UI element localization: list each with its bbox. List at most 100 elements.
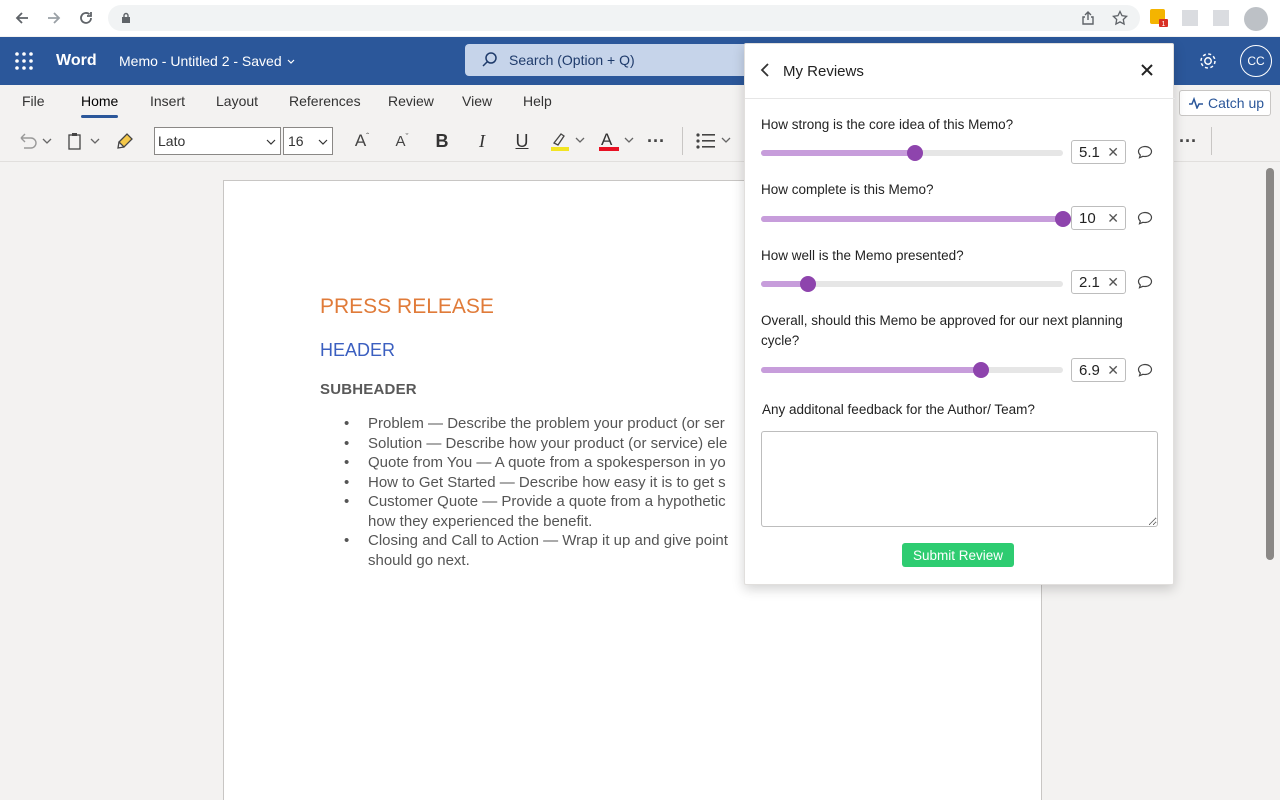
- browser-toolbar: 1: [0, 0, 1280, 36]
- rating-value: 2.1: [1079, 274, 1100, 291]
- more-options-icon[interactable]: ···: [644, 130, 668, 152]
- slider-fill: [761, 150, 916, 156]
- tab-layout[interactable]: Layout: [216, 93, 258, 109]
- comment-icon[interactable]: [1137, 145, 1153, 164]
- slider-thumb[interactable]: [973, 362, 990, 378]
- document-title-heading[interactable]: PRESS RELEASE: [320, 295, 494, 319]
- rating-value-box[interactable]: 2.1 ✕: [1071, 270, 1126, 294]
- slider-thumb[interactable]: [799, 276, 816, 292]
- forward-arrow-icon[interactable]: [44, 8, 64, 28]
- gear-icon[interactable]: [1197, 50, 1219, 77]
- slider-fill: [761, 367, 982, 373]
- rating-value-box[interactable]: 10 ✕: [1071, 206, 1126, 230]
- undo-icon: [20, 133, 37, 149]
- shrink-font-icon[interactable]: Aˇ: [390, 130, 414, 152]
- address-bar[interactable]: [108, 5, 1140, 31]
- clear-icon[interactable]: ✕: [1107, 274, 1119, 291]
- list-item[interactable]: Customer Quote — Provide a quote from a …: [320, 492, 750, 531]
- tab-view[interactable]: View: [462, 93, 492, 109]
- rating-value: 5.1: [1079, 144, 1100, 161]
- app-launcher-icon[interactable]: [14, 51, 34, 71]
- toolbar-divider: [682, 127, 683, 155]
- app-name[interactable]: Word: [56, 52, 97, 70]
- font-size-select[interactable]: 16: [283, 127, 333, 155]
- rating-slider[interactable]: [761, 145, 1063, 161]
- reload-icon[interactable]: [76, 8, 96, 28]
- vertical-scrollbar[interactable]: [1266, 168, 1274, 560]
- extension-icon[interactable]: 1: [1149, 8, 1169, 28]
- bullets-button[interactable]: [694, 130, 734, 152]
- grow-font-icon[interactable]: Aˆ: [350, 130, 374, 152]
- feedback-textarea[interactable]: [761, 431, 1158, 527]
- clear-icon[interactable]: ✕: [1107, 144, 1119, 161]
- list-item[interactable]: Problem — Describe the problem your prod…: [320, 414, 750, 434]
- review-panel-header: My Reviews: [745, 44, 1175, 99]
- search-icon: [481, 51, 499, 72]
- search-placeholder: Search (Option + Q): [509, 52, 635, 68]
- font-color-icon: A: [601, 130, 613, 149]
- review-panel: My Reviews How strong is the core idea o…: [744, 43, 1175, 585]
- tab-review[interactable]: Review: [388, 93, 434, 109]
- font-color-button[interactable]: A: [597, 130, 637, 152]
- rating-value: 10: [1079, 210, 1096, 227]
- rating-slider[interactable]: [761, 211, 1071, 227]
- document-title[interactable]: Memo - Untitled 2 - Saved: [119, 53, 296, 69]
- tab-help[interactable]: Help: [523, 93, 552, 109]
- clear-icon[interactable]: ✕: [1107, 210, 1119, 227]
- review-panel-title: My Reviews: [783, 63, 864, 80]
- undo-button[interactable]: [18, 130, 54, 152]
- bullet-list-icon: [696, 133, 715, 149]
- star-icon[interactable]: [1110, 8, 1130, 28]
- slider-thumb[interactable]: [1055, 211, 1071, 227]
- comment-icon[interactable]: [1137, 211, 1153, 230]
- rating-value-box[interactable]: 5.1 ✕: [1071, 140, 1126, 164]
- close-icon[interactable]: [1139, 62, 1155, 83]
- tab-home[interactable]: Home: [81, 93, 119, 118]
- search-box[interactable]: Search (Option + Q): [465, 44, 765, 76]
- list-item[interactable]: How to Get Started — Describe how easy i…: [320, 473, 750, 493]
- toolbar-divider: [1211, 127, 1212, 155]
- chevron-down-icon: [266, 139, 276, 145]
- document-header[interactable]: HEADER: [320, 340, 395, 361]
- back-arrow-icon[interactable]: [12, 8, 32, 28]
- chevron-down-icon: [287, 59, 294, 64]
- question-label: How well is the Memo presented?: [761, 248, 964, 263]
- slider-thumb[interactable]: [907, 145, 924, 161]
- back-chevron-icon[interactable]: [758, 62, 772, 83]
- clear-icon[interactable]: ✕: [1107, 362, 1119, 379]
- tab-insert[interactable]: Insert: [150, 93, 185, 109]
- question-label: How strong is the core idea of this Memo…: [761, 117, 1014, 132]
- more-options-icon[interactable]: ···: [1176, 130, 1200, 152]
- italic-icon[interactable]: I: [470, 130, 494, 152]
- highlighter-icon: [553, 133, 565, 146]
- font-family-value: Lato: [158, 133, 186, 149]
- document-title-text: Memo - Untitled 2 - Saved: [119, 53, 282, 69]
- list-item[interactable]: Solution — Describe how your product (or…: [320, 434, 750, 454]
- bold-icon[interactable]: B: [430, 130, 454, 152]
- rating-value: 6.9: [1079, 362, 1100, 379]
- comment-icon[interactable]: [1137, 275, 1153, 294]
- tab-references[interactable]: References: [289, 93, 361, 109]
- extension-placeholder-icon[interactable]: [1180, 8, 1200, 28]
- rating-slider[interactable]: [761, 362, 1063, 378]
- format-painter-button[interactable]: [114, 130, 138, 152]
- avatar[interactable]: CC: [1240, 45, 1272, 77]
- underline-icon[interactable]: U: [510, 130, 534, 152]
- paste-button[interactable]: [66, 130, 102, 152]
- document-subheader[interactable]: SUBHEADER: [320, 381, 417, 398]
- list-item[interactable]: Closing and Call to Action — Wrap it up …: [320, 531, 750, 570]
- catch-up-button[interactable]: Catch up: [1179, 90, 1271, 116]
- rating-value-box[interactable]: 6.9 ✕: [1071, 358, 1126, 382]
- share-icon[interactable]: [1078, 8, 1098, 28]
- profile-icon[interactable]: [1243, 6, 1269, 32]
- extension-placeholder-icon[interactable]: [1211, 8, 1231, 28]
- highlight-button[interactable]: [548, 130, 588, 152]
- font-family-select[interactable]: Lato: [154, 127, 281, 155]
- list-item[interactable]: Quote from You — A quote from a spokespe…: [320, 453, 750, 473]
- tab-file[interactable]: File: [22, 93, 45, 109]
- comment-icon[interactable]: [1137, 363, 1153, 382]
- submit-review-button[interactable]: Submit Review: [902, 543, 1014, 567]
- feedback-label: Any additonal feedback for the Author/ T…: [762, 402, 1035, 417]
- activity-icon: [1189, 97, 1203, 109]
- rating-slider[interactable]: [761, 276, 1063, 292]
